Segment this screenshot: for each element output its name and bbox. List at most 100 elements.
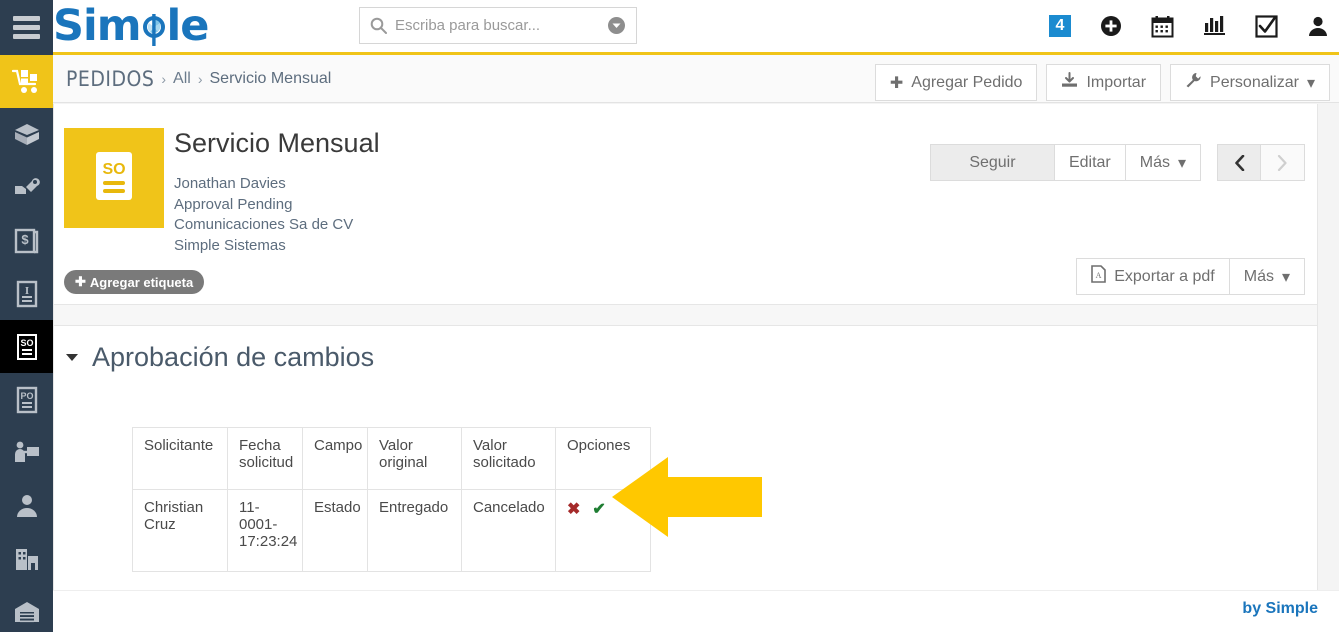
- cell-valor-original: Entregado: [367, 489, 462, 572]
- approval-section-title: Aprobación de cambios: [92, 342, 375, 372]
- page-title: Servicio Mensual: [174, 128, 380, 158]
- import-label: Importar: [1086, 73, 1147, 91]
- table-header-row: Solicitante Fecha solicitud Campo Valor …: [132, 427, 651, 490]
- svg-text:$: $: [21, 232, 29, 247]
- reject-change-icon[interactable]: ✖: [567, 499, 580, 519]
- export-pdf-label: Exportar a pdf: [1114, 267, 1215, 285]
- breadcrumb-root[interactable]: PEDIDOS: [66, 67, 154, 91]
- page-footer: by Simple: [53, 590, 1339, 632]
- svg-text:SO: SO: [102, 161, 125, 178]
- person-icon: [16, 494, 37, 517]
- person-presenting-icon: [14, 441, 39, 462]
- tasks-checkbox-icon[interactable]: [1255, 14, 1278, 38]
- approval-section: Aprobación de cambios Solicitante Fecha …: [54, 326, 1317, 611]
- table-row: Christian Cruz 11-0001-17:23:24 Estado E…: [132, 489, 651, 572]
- so-document-icon: SO: [16, 333, 37, 360]
- record-action-group: Seguir Editar Más ▾: [929, 144, 1305, 181]
- hand-wrench-icon: [14, 177, 40, 194]
- add-tag-label: Agregar etiqueta: [89, 274, 194, 290]
- breadcrumb-current: Servicio Mensual: [209, 70, 332, 87]
- sidebar-item-price-book[interactable]: $: [0, 214, 53, 267]
- import-download-icon: [1061, 72, 1078, 93]
- record-meta-account: Comunicaciones Sa de CV: [174, 216, 354, 233]
- chevron-down-icon: ▾: [1281, 268, 1290, 286]
- top-header-bar: Sim le 4: [53, 0, 1339, 52]
- warehouse-icon: [14, 601, 39, 622]
- add-icon[interactable]: [1100, 15, 1122, 37]
- app-logo[interactable]: Sim le: [53, 1, 210, 52]
- edit-button[interactable]: Editar: [1054, 144, 1126, 181]
- record-header: SO Servicio Mensual Jonathan Davies Appr…: [54, 104, 1317, 304]
- sidebar-item-orders[interactable]: [0, 55, 53, 108]
- building-icon: [15, 548, 38, 570]
- approval-section-header[interactable]: Aprobación de cambios: [66, 342, 374, 373]
- record-type-icon: SO: [64, 128, 164, 228]
- svg-text:SO: SO: [20, 338, 33, 348]
- chevron-left-icon: [1234, 154, 1244, 171]
- cell-opciones: ✖ ✔: [555, 489, 651, 572]
- sidebar-item-warehouse[interactable]: [0, 585, 53, 632]
- notification-badge[interactable]: 4: [1049, 15, 1071, 37]
- open-box-icon: [14, 123, 39, 145]
- cell-fecha-solicitud: 11-0001-17:23:24: [227, 489, 303, 572]
- sidebar-item-products[interactable]: [0, 108, 53, 161]
- customize-button[interactable]: Personalizar ▾: [1170, 64, 1330, 101]
- hamburger-menu-icon[interactable]: [0, 0, 53, 55]
- next-record-button: [1261, 144, 1305, 181]
- analytics-icon[interactable]: [1203, 15, 1226, 37]
- column-header-opciones: Opciones: [555, 427, 651, 490]
- sidebar-item-invoices[interactable]: I: [0, 267, 53, 320]
- user-profile-icon[interactable]: [1307, 15, 1329, 37]
- plus-icon: ✚: [889, 74, 904, 92]
- sidebar-item-services[interactable]: [0, 161, 53, 214]
- more-button[interactable]: Más ▾: [1125, 144, 1201, 181]
- add-order-button[interactable]: ✚ Agregar Pedido: [874, 64, 1038, 101]
- wrench-icon: [1185, 72, 1202, 93]
- sidebar-item-sales-orders[interactable]: SO: [0, 320, 53, 373]
- record-meta-organization: Simple Sistemas: [174, 236, 286, 254]
- record-card: SO Servicio Mensual Jonathan Davies Appr…: [53, 104, 1318, 612]
- breadcrumb-separator-2: ›: [197, 71, 203, 87]
- approval-table-body: Christian Cruz 11-0001-17:23:24 Estado E…: [132, 489, 651, 572]
- left-sidebar: $ I SO PO: [0, 0, 53, 632]
- import-button[interactable]: Importar: [1046, 64, 1162, 101]
- add-tag-button[interactable]: ✚ Agregar etiqueta: [64, 270, 205, 294]
- column-header-fecha-solicitud: Fecha solicitud: [227, 427, 303, 490]
- approval-options: ✖ ✔: [567, 499, 639, 519]
- breadcrumb-separator-1: ›: [161, 71, 167, 87]
- record-primary-actions: Seguir Editar Más ▾: [929, 144, 1201, 181]
- cell-solicitante: Christian Cruz: [132, 489, 228, 572]
- search-input[interactable]: [387, 16, 607, 35]
- column-header-valor-solicitado: Valor solicitado: [461, 427, 556, 490]
- add-order-label: Agregar Pedido: [911, 73, 1023, 91]
- svg-text:A: A: [1096, 271, 1102, 280]
- svg-text:I: I: [24, 285, 28, 297]
- section-divider: [54, 304, 1317, 326]
- app-root: $ I SO PO Sim le Escriba para buscar... …: [0, 0, 1339, 632]
- export-more-button[interactable]: Más ▾: [1229, 258, 1305, 295]
- calendar-icon[interactable]: [1151, 15, 1174, 38]
- chevron-down-icon: ▾: [1177, 154, 1186, 172]
- plus-icon: ✚: [75, 274, 86, 289]
- sidebar-item-purchase-orders[interactable]: PO: [0, 373, 53, 426]
- sidebar-item-contacts[interactable]: [0, 479, 53, 532]
- svg-text:PO: PO: [20, 391, 33, 401]
- sidebar-item-accounts[interactable]: [0, 532, 53, 585]
- pdf-file-icon: A: [1091, 265, 1107, 288]
- caret-down-icon[interactable]: [66, 354, 78, 361]
- cell-valor-solicitado: Cancelado: [461, 489, 556, 572]
- logo-text-part-le: le: [166, 1, 210, 51]
- record-meta-status: Approval Pending: [174, 195, 293, 213]
- dollar-book-icon: $: [14, 228, 38, 253]
- approve-change-icon[interactable]: ✔: [592, 499, 605, 519]
- export-pdf-button[interactable]: A Exportar a pdf: [1076, 258, 1230, 295]
- record-meta: Jonathan Davies Approval Pending Comunic…: [174, 174, 353, 256]
- sidebar-item-leads[interactable]: [0, 426, 53, 479]
- follow-button[interactable]: Seguir: [929, 144, 1055, 181]
- approval-table-head: Solicitante Fecha solicitud Campo Valor …: [132, 427, 651, 490]
- prev-record-button[interactable]: [1217, 144, 1261, 181]
- breadcrumb-item-all[interactable]: All: [173, 70, 191, 88]
- global-search-box[interactable]: [359, 7, 637, 44]
- cell-campo: Estado: [302, 489, 368, 572]
- footer-credit[interactable]: by Simple: [1242, 600, 1318, 618]
